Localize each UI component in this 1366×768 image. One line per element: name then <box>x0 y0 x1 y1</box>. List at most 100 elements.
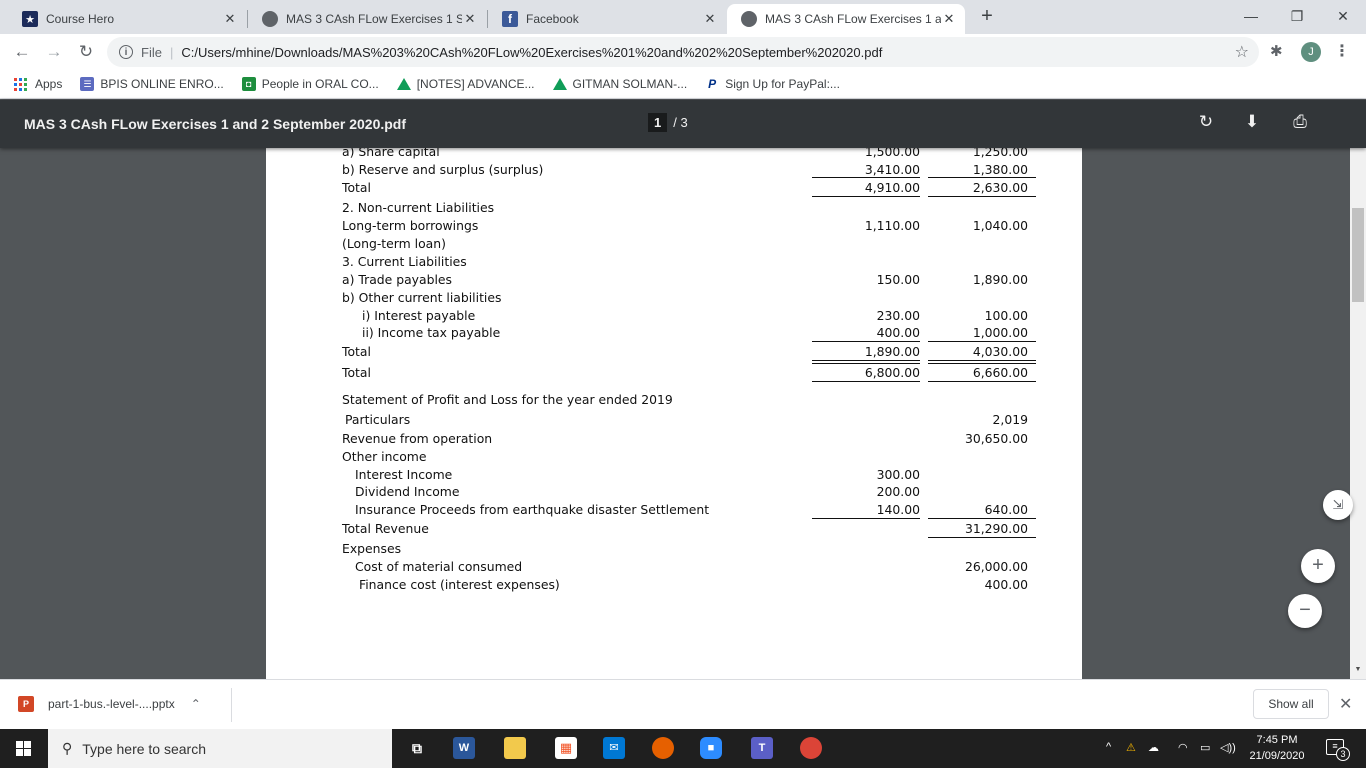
battery-icon[interactable]: ▭ <box>1200 741 1210 754</box>
row-value-col2: 1,000.00 <box>972 325 1028 340</box>
firefox-icon[interactable] <box>652 737 674 759</box>
row-label: a) Share capital <box>342 148 440 159</box>
row-value-col1: 150.00 <box>876 272 920 287</box>
vertical-scrollbar[interactable] <box>1350 100 1366 679</box>
row-value-col2: 400.00 <box>984 577 1028 592</box>
pdf-page: a) Share capital 1,500.00 1,250.00 b) Re… <box>266 148 1082 679</box>
row-label: 3. Current Liabilities <box>342 254 467 269</box>
bookmark-people-oral[interactable]: ◘ People in ORAL CO... <box>241 77 379 91</box>
teams-icon[interactable]: T <box>751 737 773 759</box>
row-label: b) Other current liabilities <box>342 290 502 305</box>
security-icon[interactable]: ⚠ <box>1126 741 1136 754</box>
new-tab-icon[interactable]: + <box>977 5 997 28</box>
notification-center-icon[interactable]: ≡ 3 <box>1326 739 1350 761</box>
row-label: ii) Income tax payable <box>362 325 501 340</box>
url-text[interactable]: C:/Users/mhine/Downloads/MAS%203%20CAsh%… <box>181 45 882 60</box>
bookmark-apps[interactable]: Apps <box>14 77 62 91</box>
back-arrow-icon[interactable]: ← <box>10 40 34 64</box>
scroll-down-arrow-icon[interactable]: ▼ <box>1352 664 1364 676</box>
rotate-icon[interactable]: ↻ <box>1194 112 1218 132</box>
bookmark-star-icon[interactable]: ☆ <box>1235 42 1249 62</box>
print-icon[interactable]: ⎙ <box>1288 112 1312 132</box>
tab-facebook[interactable]: f Facebook ✕ <box>488 4 726 34</box>
forward-arrow-icon[interactable]: → <box>42 40 66 64</box>
row-value-col2: 1,380.00 <box>972 162 1028 177</box>
bookmark-label: BPIS ONLINE ENRO... <box>100 77 224 91</box>
zoom-app-icon[interactable]: ■ <box>700 737 722 759</box>
bookmark-label: People in ORAL CO... <box>261 77 379 91</box>
bookmark-label: GITMAN SOLMAN-... <box>572 77 688 91</box>
word-icon[interactable]: W <box>453 737 475 759</box>
row-label: Revenue from operation <box>342 431 493 446</box>
download-filename: part-1-bus.-level-....pptx <box>48 697 175 711</box>
tab-mas3-cashflow-active[interactable]: MAS 3 CAsh FLow Exercises 1 an ✕ <box>727 4 965 34</box>
powerpoint-file-icon: P <box>18 696 34 712</box>
volume-icon[interactable]: ◁)) <box>1220 741 1236 754</box>
bookmarks-bar: Apps ☰ BPIS ONLINE ENRO... ◘ People in O… <box>0 70 1366 99</box>
scrollbar-thumb[interactable] <box>1352 208 1364 302</box>
bookmark-paypal[interactable]: P Sign Up for PayPal:... <box>705 77 840 91</box>
show-all-button[interactable]: Show all <box>1253 689 1329 719</box>
tab-course-hero[interactable]: ★ Course Hero ✕ <box>8 4 246 34</box>
row-label: (Long-term loan) <box>342 236 446 251</box>
store-icon[interactable]: ▦ <box>555 737 577 759</box>
tab-mas3-cashflow-1[interactable]: MAS 3 CAsh FLow Exercises 1 Se ✕ <box>248 4 486 34</box>
download-item[interactable]: P part-1-bus.-level-....pptx ⌃ <box>18 696 201 712</box>
row-label: Finance cost (interest expenses) <box>359 577 560 592</box>
facebook-icon: f <box>502 11 518 27</box>
apps-grid-icon <box>14 77 27 91</box>
window-close-icon[interactable]: ✕ <box>1320 5 1366 29</box>
underline <box>812 341 920 342</box>
pdf-viewer[interactable]: a) Share capital 1,500.00 1,250.00 b) Re… <box>0 148 1350 679</box>
reload-icon[interactable]: ↻ <box>74 40 98 64</box>
row-value-col2: 100.00 <box>984 308 1028 323</box>
page-number-input[interactable]: 1 <box>648 113 668 132</box>
wifi-icon[interactable]: ◠ <box>1178 741 1188 754</box>
close-tab-icon[interactable]: ✕ <box>222 11 238 27</box>
tab-title: Facebook <box>526 12 579 26</box>
cloud-icon[interactable]: ☁ <box>1148 741 1159 754</box>
more-menu-icon[interactable]: ⋮ <box>1334 41 1350 61</box>
url-scheme: File <box>141 44 162 60</box>
fit-to-page-icon[interactable]: ⇲ <box>1323 490 1353 520</box>
zoom-in-icon[interactable]: + <box>1301 549 1335 583</box>
extensions-puzzle-icon[interactable]: ✱ <box>1270 42 1283 60</box>
form-icon: ☰ <box>80 77 95 91</box>
row-label: i) Interest payable <box>362 308 476 323</box>
close-tab-icon[interactable]: ✕ <box>941 11 957 27</box>
address-bar[interactable]: i File | C:/Users/mhine/Downloads/MAS%20… <box>107 37 1259 67</box>
restore-icon[interactable]: ❐ <box>1274 5 1320 29</box>
close-shelf-icon[interactable]: ✕ <box>1339 694 1352 714</box>
row-value-col1: 4,910.00 <box>864 180 920 195</box>
bookmark-bpis[interactable]: ☰ BPIS ONLINE ENRO... <box>80 77 224 91</box>
close-tab-icon[interactable]: ✕ <box>462 11 478 27</box>
row-value-col2: 30,650.00 <box>964 431 1028 446</box>
task-view-icon[interactable]: ⧉ <box>406 737 428 759</box>
file-explorer-icon[interactable] <box>504 737 526 759</box>
row-value-col1: 3,410.00 <box>864 162 920 177</box>
chevron-up-icon[interactable]: ^ <box>1106 741 1111 753</box>
zoom-out-icon[interactable]: − <box>1288 594 1322 628</box>
underline <box>928 196 1036 197</box>
profile-avatar[interactable]: J <box>1301 42 1321 62</box>
mail-icon[interactable]: ✉ <box>603 737 625 759</box>
info-icon[interactable]: i <box>119 45 133 59</box>
close-tab-icon[interactable]: ✕ <box>702 11 718 27</box>
minimize-icon[interactable]: — <box>1228 5 1274 29</box>
bookmark-gitman[interactable]: GITMAN SOLMAN-... <box>552 77 688 91</box>
row-label: Cost of material consumed <box>355 559 523 574</box>
row-label: b) Reserve and surplus (surplus) <box>342 162 544 177</box>
chrome-icon[interactable] <box>800 737 822 759</box>
row-label: a) Trade payables <box>342 272 452 287</box>
system-clock[interactable]: 7:45 PM 21/09/2020 <box>1242 732 1312 764</box>
download-icon[interactable]: ⬇ <box>1240 112 1264 132</box>
chevron-up-icon[interactable]: ⌃ <box>191 697 201 711</box>
download-shelf: P part-1-bus.-level-....pptx ⌃ Show all … <box>0 679 1366 729</box>
windows-taskbar: ⚲ Type here to search ⧉ W ▦ ✉ ■ T ^ ⚠ ☁ … <box>0 729 1366 768</box>
row-value-col1: 300.00 <box>876 467 920 482</box>
bookmark-notes-advance[interactable]: [NOTES] ADVANCE... <box>396 77 535 91</box>
windows-start-icon[interactable] <box>16 741 31 756</box>
row-value-col2: 6,660.00 <box>972 365 1028 380</box>
taskbar-search-box[interactable]: ⚲ Type here to search <box>48 729 392 768</box>
row-value-col1: 200.00 <box>876 484 920 499</box>
